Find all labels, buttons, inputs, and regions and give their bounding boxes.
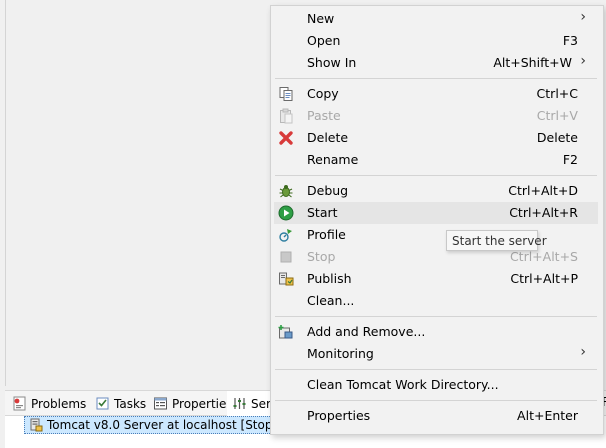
menu-item-show-in-label: Show In bbox=[307, 55, 357, 70]
menu-item-open-label: Open bbox=[307, 33, 341, 48]
menu-item-show-in-shortcut: Alt+Shift+W bbox=[493, 55, 572, 70]
menu-item-start-shortcut: Ctrl+Alt+R bbox=[509, 205, 578, 220]
delete-icon bbox=[278, 130, 294, 146]
menu-item-delete-label: Delete bbox=[307, 130, 349, 145]
tab-tasks-label: Tasks bbox=[114, 396, 147, 411]
start-icon bbox=[278, 205, 294, 221]
menu-separator bbox=[275, 369, 597, 370]
menu-item-start-label: Start bbox=[307, 205, 338, 220]
debug-bug-icon bbox=[278, 183, 294, 199]
menu-item-debug-label: Debug bbox=[307, 183, 349, 198]
menu-item-delete-shortcut: Delete bbox=[536, 130, 578, 145]
tab-problems[interactable]: Problems bbox=[7, 391, 91, 416]
menu-item-debug-shortcut: Ctrl+Alt+D bbox=[508, 183, 578, 198]
menu-item-clean[interactable]: Clean... bbox=[274, 290, 598, 312]
tab-servers[interactable]: Ser bbox=[227, 391, 273, 416]
menu-item-copy-label: Copy bbox=[307, 86, 339, 101]
servers-icon bbox=[232, 396, 247, 411]
submenu-arrow-icon: › bbox=[580, 9, 586, 25]
menu-separator bbox=[275, 175, 597, 176]
menu-item-clean-label: Clean... bbox=[307, 293, 355, 308]
menu-item-publish-shortcut: Ctrl+Alt+P bbox=[510, 271, 578, 286]
problems-icon bbox=[12, 396, 27, 411]
menu-item-profile-label: Profile bbox=[307, 227, 346, 242]
menu-item-properties-label: Properties bbox=[307, 408, 371, 423]
menu-separator bbox=[275, 316, 597, 317]
menu-item-add-and-remove-label: Add and Remove... bbox=[307, 324, 426, 339]
properties-icon bbox=[153, 396, 168, 411]
stop-icon bbox=[278, 249, 294, 265]
menu-item-new-label: New bbox=[307, 11, 335, 26]
menu-item-paste[interactable]: Paste Ctrl+V bbox=[274, 105, 598, 127]
context-menu: New › Open F3 Show In Alt+Shift+W › Copy… bbox=[270, 5, 604, 435]
menu-item-monitoring[interactable]: Monitoring › bbox=[274, 343, 598, 365]
tab-tasks[interactable]: Tasks bbox=[90, 391, 151, 416]
menu-item-debug[interactable]: Debug Ctrl+Alt+D bbox=[274, 180, 598, 202]
menu-item-copy[interactable]: Copy Ctrl+C bbox=[274, 83, 598, 105]
menu-item-stop-label: Stop bbox=[307, 249, 336, 264]
menu-item-stop-shortcut: Ctrl+Alt+S bbox=[509, 249, 578, 264]
menu-separator bbox=[275, 400, 597, 401]
menu-item-paste-shortcut: Ctrl+V bbox=[536, 108, 578, 123]
menu-item-rename[interactable]: Rename F2 bbox=[274, 149, 598, 171]
menu-separator bbox=[275, 78, 597, 79]
menu-item-profile[interactable]: Profile bbox=[274, 224, 598, 246]
menu-item-add-and-remove[interactable]: Add and Remove... bbox=[274, 321, 598, 343]
menu-item-rename-shortcut: F2 bbox=[562, 152, 578, 167]
menu-item-copy-shortcut: Ctrl+C bbox=[536, 86, 578, 101]
tab-properties[interactable]: Properties bbox=[148, 391, 238, 416]
paste-icon bbox=[278, 108, 294, 124]
start-tooltip: Start the server bbox=[446, 230, 547, 251]
menu-item-stop[interactable]: Stop Ctrl+Alt+S bbox=[274, 246, 598, 268]
profile-icon bbox=[278, 227, 294, 243]
menu-item-properties-shortcut: Alt+Enter bbox=[517, 408, 578, 423]
menu-item-new[interactable]: New › bbox=[274, 8, 598, 30]
menu-item-rename-label: Rename bbox=[307, 152, 359, 167]
menu-item-properties[interactable]: Properties Alt+Enter bbox=[274, 405, 598, 427]
menu-item-open[interactable]: Open F3 bbox=[274, 30, 598, 52]
add-remove-icon bbox=[278, 324, 294, 340]
tasks-icon bbox=[95, 396, 110, 411]
menu-item-publish-label: Publish bbox=[307, 271, 352, 286]
menu-item-clean-tomcat-work-directory[interactable]: Clean Tomcat Work Directory... bbox=[274, 374, 598, 396]
menu-item-clean-tomcat-work-directory-label: Clean Tomcat Work Directory... bbox=[307, 377, 499, 392]
tomcat-server-icon bbox=[29, 418, 43, 432]
menu-item-start[interactable]: Start Ctrl+Alt+R bbox=[274, 202, 598, 224]
menu-item-show-in[interactable]: Show In Alt+Shift+W › bbox=[274, 52, 598, 74]
tab-properties-label: Properties bbox=[172, 396, 233, 411]
tab-problems-label: Problems bbox=[31, 396, 87, 411]
copy-icon bbox=[278, 86, 294, 102]
tab-servers-label: Ser bbox=[251, 396, 271, 411]
submenu-arrow-icon: › bbox=[580, 344, 586, 360]
menu-item-publish[interactable]: Publish Ctrl+Alt+P bbox=[274, 268, 598, 290]
menu-item-delete[interactable]: Delete Delete bbox=[274, 127, 598, 149]
publish-icon bbox=[278, 271, 294, 287]
submenu-arrow-icon: › bbox=[580, 53, 586, 69]
menu-item-monitoring-label: Monitoring bbox=[307, 346, 374, 361]
menu-item-open-shortcut: F3 bbox=[562, 33, 578, 48]
menu-item-paste-label: Paste bbox=[307, 108, 341, 123]
